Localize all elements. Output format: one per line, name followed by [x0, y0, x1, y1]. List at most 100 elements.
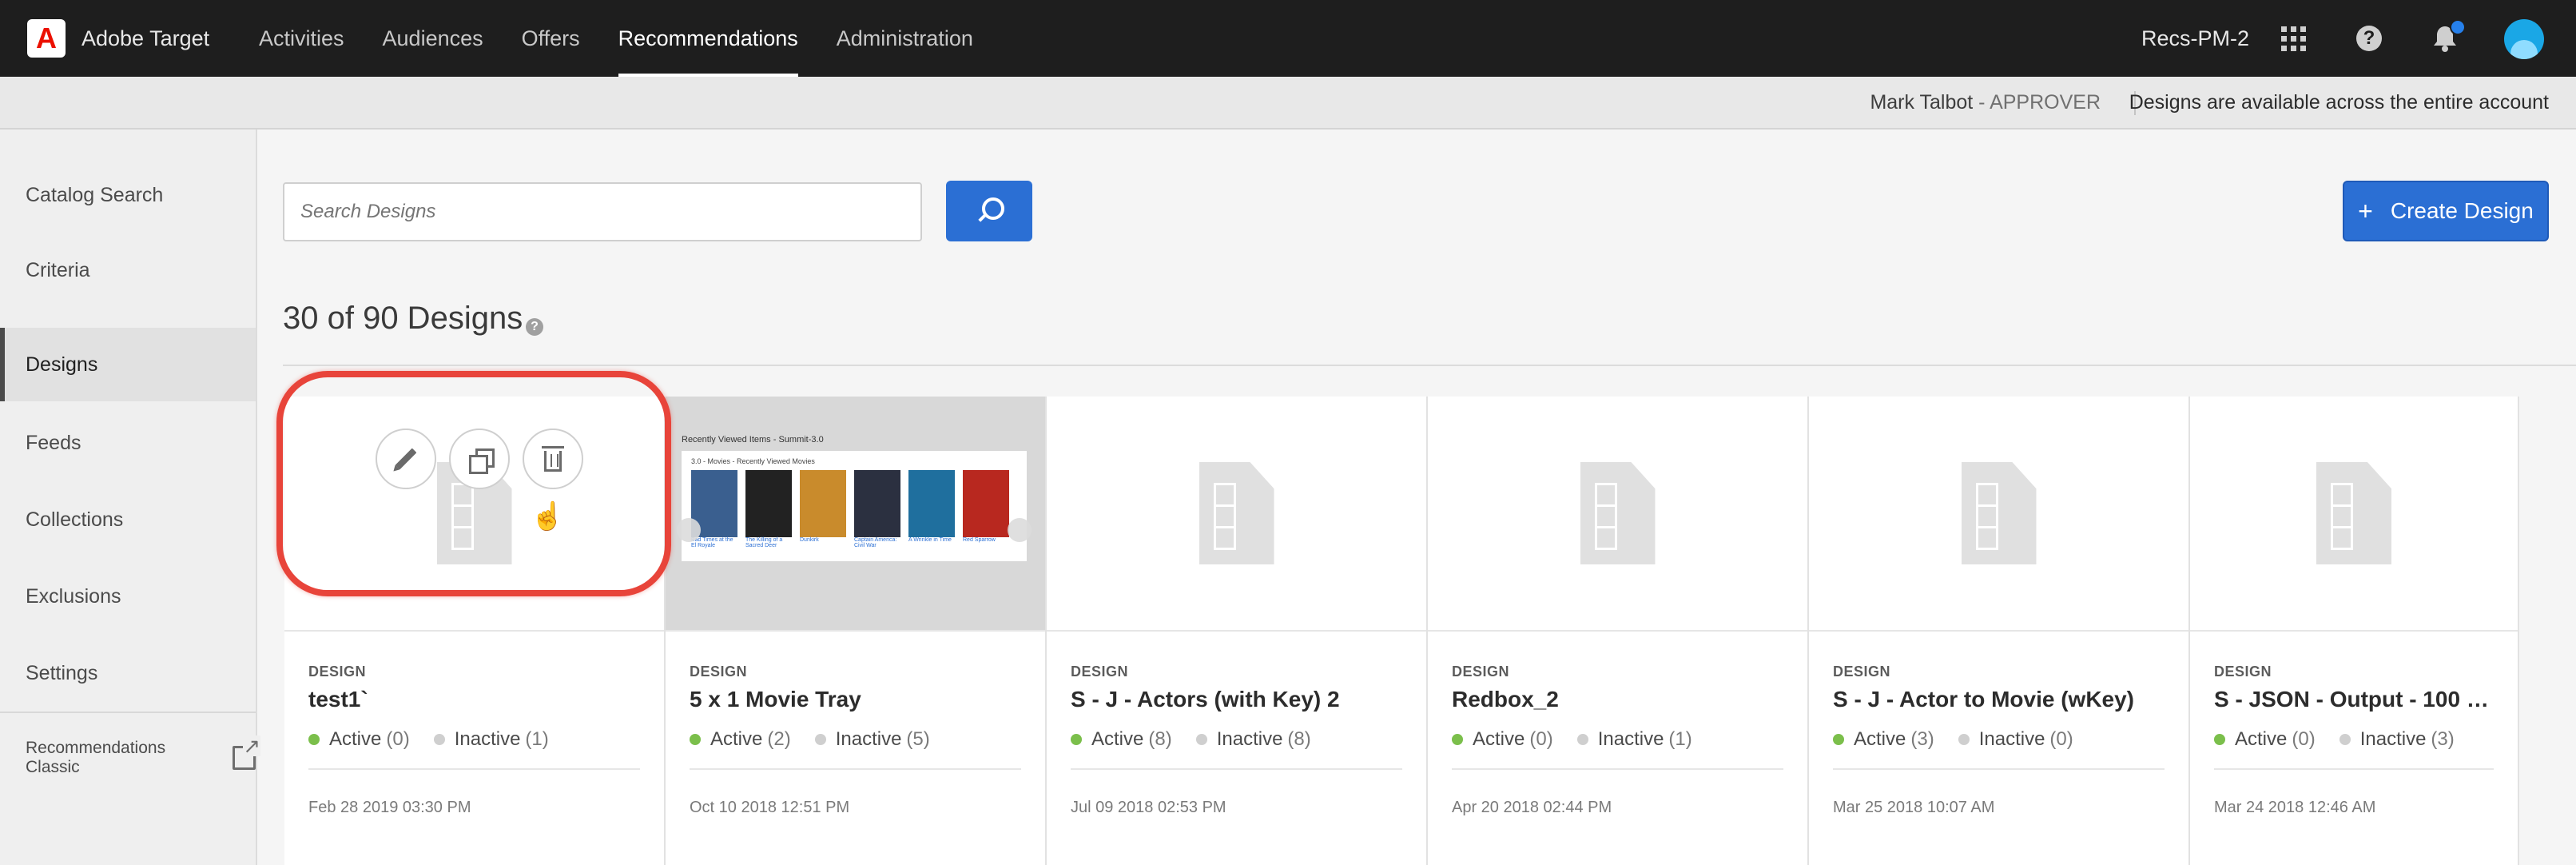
sidebar-divider — [0, 712, 256, 713]
card-kind: DESIGN — [308, 664, 367, 680]
inactive-count: (5) — [906, 728, 930, 750]
main-nav: Activities Audiences Offers Recommendati… — [240, 0, 992, 77]
sidebar-item-designs[interactable]: Designs — [0, 328, 256, 401]
account-note: Designs are available across the entire … — [2129, 91, 2549, 114]
inactive-label: Inactive — [1597, 728, 1664, 750]
design-card-grid: DESIGN test1` Active (0) Inactive (1) Feb … — [284, 397, 2519, 865]
active-dot — [1452, 734, 1463, 745]
tenant-switcher[interactable]: Recs-PM-2 — [2141, 0, 2249, 77]
external-link-icon — [232, 735, 261, 770]
card-name[interactable]: test1` — [308, 687, 640, 712]
inactive-dot — [1195, 734, 1207, 745]
trash-icon — [542, 446, 564, 472]
inactive-label: Inactive — [454, 728, 521, 750]
adobe-logo[interactable]: A — [27, 19, 66, 58]
inactive-dot — [1576, 734, 1588, 745]
file-icon — [1961, 462, 2037, 564]
pencil-icon — [395, 448, 417, 470]
card-name[interactable]: S - J - Actors (with Key) 2 — [1071, 687, 1402, 712]
design-card[interactable]: DESIGN S - JSON - Output - 100 Movies ..… — [2190, 397, 2519, 865]
inactive-count: (0) — [2049, 728, 2073, 750]
hand-cursor-icon: ☝ — [531, 501, 565, 532]
inactive-count: (3) — [2431, 728, 2455, 750]
poster-item: A Wrinkle in Time — [908, 470, 955, 548]
card-name[interactable]: S - J - Actor to Movie (wKey) — [1833, 687, 2165, 712]
poster-image — [963, 470, 1009, 537]
active-label: Active — [1854, 728, 1906, 750]
help-icon[interactable]: ? — [2353, 22, 2385, 54]
copy-button[interactable] — [449, 429, 510, 489]
active-label: Active — [329, 728, 382, 750]
card-thumbnail[interactable]: Recently Viewed Items - Summit-3.0 3.0 -… — [666, 397, 1045, 632]
active-count: (0) — [386, 728, 410, 750]
sidebar-item-feeds[interactable]: Feeds — [0, 406, 256, 480]
nav-administration[interactable]: Administration — [817, 0, 992, 77]
poster-row: Bad Times at the El Royale The Killing of… — [691, 470, 1017, 548]
bell-icon[interactable] — [2429, 19, 2466, 54]
sidebar-item-catalog-search[interactable]: Catalog Search — [0, 158, 256, 232]
search-button[interactable] — [946, 181, 1032, 241]
active-dot — [1833, 734, 1844, 745]
card-status: Active (0) Inactive (1) — [308, 728, 640, 770]
active-dot — [690, 734, 701, 745]
inactive-dot — [2339, 734, 2351, 745]
active-count: (2) — [767, 728, 791, 750]
search-input[interactable] — [283, 182, 922, 241]
design-card[interactable]: DESIGN S - J - Actors (with Key) 2 Activ… — [1047, 397, 1428, 865]
poster-item: Captain America: Civil War — [854, 470, 900, 548]
active-dot — [2214, 734, 2225, 745]
tray-subheading: 3.0 - Movies - Recently Viewed Movies — [691, 457, 815, 465]
nav-recommendations[interactable]: Recommendations — [599, 0, 817, 77]
poster-item: The Killing of a Sacred Deer — [745, 470, 792, 548]
active-count: (0) — [1529, 728, 1553, 750]
card-thumbnail[interactable] — [2190, 397, 2518, 632]
sidebar-item-collections[interactable]: Collections — [0, 483, 256, 556]
copy-icon — [469, 448, 495, 474]
nav-offers[interactable]: Offers — [503, 0, 599, 77]
nav-audiences[interactable]: Audiences — [364, 0, 503, 77]
carousel-right-icon — [1008, 518, 1032, 542]
apps-grid-icon[interactable] — [2277, 22, 2309, 54]
card-thumbnail[interactable] — [1428, 397, 1807, 632]
card-kind: DESIGN — [1071, 664, 1129, 680]
info-icon[interactable]: ? — [526, 318, 543, 336]
file-icon — [1580, 462, 1656, 564]
card-thumbnail[interactable] — [1047, 397, 1426, 632]
design-card[interactable]: DESIGN S - J - Actor to Movie (wKey) Act… — [1809, 397, 2190, 865]
sidebar-item-settings[interactable]: Settings — [0, 636, 256, 710]
card-thumbnail[interactable] — [1809, 397, 2188, 632]
sidebar-item-criteria[interactable]: Criteria — [0, 233, 256, 307]
poster-image — [745, 470, 792, 537]
divider — [283, 365, 2576, 366]
poster-caption: Bad Times at the El Royale — [691, 537, 733, 548]
card-status: Active (0) Inactive (3) — [2214, 728, 2494, 770]
design-card[interactable]: Recently Viewed Items - Summit-3.0 3.0 -… — [666, 397, 1047, 865]
inactive-dot — [433, 734, 445, 745]
inactive-label: Inactive — [835, 728, 902, 750]
card-kind: DESIGN — [2214, 664, 2272, 680]
card-date: Mar 25 2018 10:07 AM — [1833, 799, 1995, 816]
nav-activities[interactable]: Activities — [240, 0, 364, 77]
card-status: Active (3) Inactive (0) — [1833, 728, 2165, 770]
delete-button[interactable] — [523, 429, 583, 489]
poster-caption: Red Sparrow — [963, 537, 996, 543]
card-date: Feb 28 2019 03:30 PM — [308, 799, 471, 816]
card-date: Apr 20 2018 02:44 PM — [1452, 799, 1612, 816]
user-role: - APPROVER — [1978, 91, 2101, 114]
sidebar-item-exclusions[interactable]: Exclusions — [0, 560, 256, 633]
poster-item: Dunkirk — [800, 470, 846, 548]
recommendations-classic-link[interactable]: Recommendations Classic — [26, 735, 261, 777]
card-name[interactable]: 5 x 1 Movie Tray — [690, 687, 1021, 712]
edit-button[interactable] — [376, 429, 436, 489]
app-title[interactable]: Adobe Target — [81, 0, 209, 77]
card-name[interactable]: S - JSON - Output - 100 Movies ... — [2214, 687, 2494, 712]
card-name[interactable]: Redbox_2 — [1452, 687, 1783, 712]
design-card[interactable]: DESIGN Redbox_2 Active (0) Inactive (1) Ap… — [1428, 397, 1809, 865]
file-icon — [2316, 462, 2391, 564]
sidebar: Catalog Search Criteria Designs Feeds Co… — [0, 130, 261, 865]
file-icon — [1199, 462, 1274, 564]
avatar[interactable] — [2504, 19, 2544, 59]
user-name: Mark Talbot — [1870, 91, 1974, 114]
inactive-label: Inactive — [1978, 728, 2045, 750]
create-design-button[interactable]: + Create Design — [2343, 181, 2549, 241]
